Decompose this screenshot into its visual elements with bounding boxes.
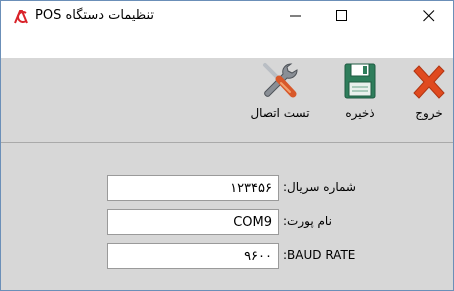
serial-number-label: شماره سریال: — [283, 180, 356, 194]
minimize-button[interactable] — [273, 1, 319, 31]
app-logo-icon — [14, 9, 30, 24]
exit-button[interactable]: خروج — [405, 61, 453, 139]
maximize-icon — [336, 10, 347, 21]
test-connection-button[interactable]: تست اتصال — [248, 61, 312, 139]
test-connection-label: تست اتصال — [250, 106, 310, 120]
baud-rate-label: :BAUD RATE — [283, 248, 356, 262]
minimize-icon — [290, 15, 301, 17]
red-x-icon — [413, 65, 445, 99]
save-button[interactable]: ذخیره — [341, 61, 379, 139]
exit-label: خروج — [415, 106, 443, 120]
tools-icon — [263, 63, 298, 98]
toolbar: تست اتصال ذخیره خروج — [1, 58, 453, 143]
port-name-label: نام پورت: — [283, 214, 332, 228]
settings-form: ۱۲۳۴۵۶ شماره سریال: COM9 نام پورت: ۹۶۰۰ … — [1, 143, 453, 290]
pos-settings-window: تنظیمات دستگاه POS تست اتصال ذخیره خروج … — [0, 0, 454, 291]
floppy-disk-icon — [344, 63, 376, 99]
window-title: تنظیمات دستگاه POS — [35, 8, 154, 23]
save-label: ذخیره — [345, 106, 375, 120]
baud-rate-field[interactable]: ۹۶۰۰ — [107, 243, 279, 269]
close-button[interactable] — [406, 1, 452, 31]
title-bar: تنظیمات دستگاه POS — [1, 1, 453, 31]
port-name-field[interactable]: COM9 — [107, 209, 279, 235]
close-icon — [423, 10, 435, 22]
serial-number-field[interactable]: ۱۲۳۴۵۶ — [107, 175, 279, 201]
maximize-button[interactable] — [319, 1, 365, 31]
